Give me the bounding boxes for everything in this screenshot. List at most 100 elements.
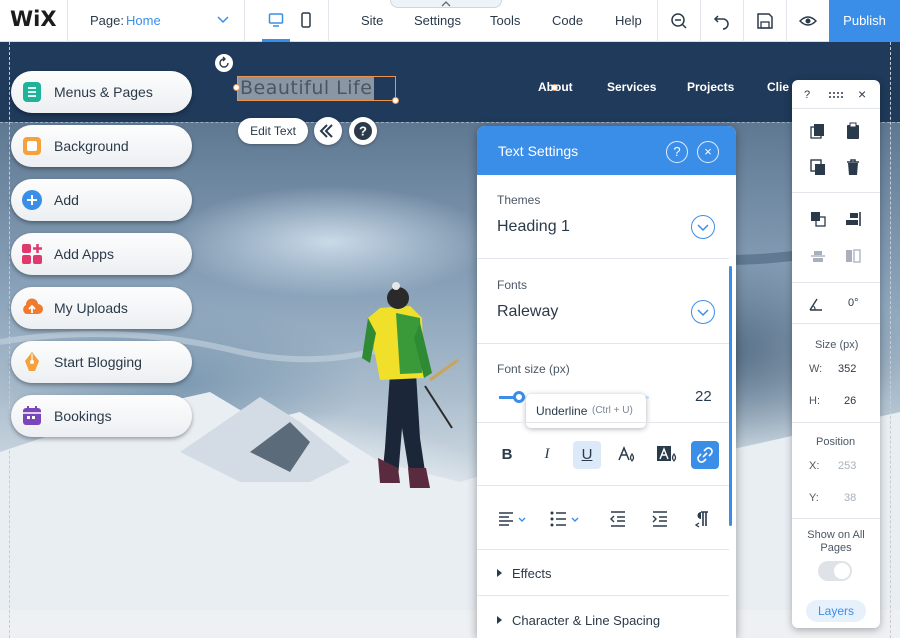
- left-panel-label: Add: [54, 192, 79, 208]
- toolbar-help-button[interactable]: ?: [804, 89, 810, 101]
- wix-logo[interactable]: WiX: [10, 7, 57, 31]
- bullet-list-icon: [550, 511, 579, 527]
- italic-button[interactable]: I: [533, 441, 561, 469]
- copy-icon[interactable]: [809, 122, 827, 140]
- zoom-out-button[interactable]: [657, 0, 699, 42]
- arrange-icon[interactable]: [809, 210, 827, 228]
- underline-label: U: [581, 446, 593, 463]
- panel-scrollbar[interactable]: [729, 266, 732, 526]
- delete-icon[interactable]: [844, 158, 862, 176]
- add-button[interactable]: Add: [11, 179, 192, 221]
- menu-tools[interactable]: Tools: [490, 13, 520, 28]
- font-size-label: Font size (px): [497, 362, 570, 376]
- page-selector[interactable]: Page: Home: [67, 0, 245, 42]
- fonts-dropdown-value[interactable]: Raleway: [497, 303, 558, 321]
- left-panel-label: My Uploads: [54, 300, 128, 316]
- character-spacing-section-toggle[interactable]: Character & Line Spacing: [497, 613, 660, 628]
- toolbar-divider: [792, 422, 880, 423]
- y-value[interactable]: 38: [844, 492, 856, 504]
- toggle-knob: [834, 563, 850, 579]
- resize-handle-left[interactable]: [233, 84, 240, 91]
- save-button[interactable]: [743, 0, 785, 42]
- bold-button[interactable]: B: [493, 441, 521, 469]
- text-settings-panel: Text Settings ? × Themes Heading 1 Fonts…: [477, 126, 736, 638]
- caret-right-icon: [497, 569, 502, 577]
- start-blogging-button[interactable]: Start Blogging: [11, 341, 192, 383]
- resize-handle-bottom[interactable]: [392, 97, 399, 104]
- text-settings-header[interactable]: Text Settings ? ×: [477, 126, 736, 175]
- my-uploads-button[interactable]: My Uploads: [11, 287, 192, 329]
- text-settings-close-button[interactable]: ×: [697, 141, 719, 163]
- add-icon: [22, 190, 42, 210]
- left-panel-label: Bookings: [54, 408, 112, 424]
- themes-dropdown-button[interactable]: [691, 215, 715, 239]
- font-size-slider-knob[interactable]: [513, 391, 525, 403]
- blog-icon: [25, 352, 39, 371]
- text-settings-help-button[interactable]: ?: [666, 141, 688, 163]
- toolbar-divider: [792, 282, 880, 283]
- help-button[interactable]: ?: [349, 117, 377, 145]
- distribute-icon[interactable]: [809, 247, 827, 265]
- fonts-dropdown-button[interactable]: [691, 300, 715, 324]
- width-label: W:: [809, 363, 823, 375]
- align-icon[interactable]: [844, 210, 862, 228]
- rotate-handle[interactable]: [215, 54, 233, 72]
- match-size-icon[interactable]: [844, 247, 862, 265]
- bookings-button[interactable]: Bookings: [11, 395, 192, 437]
- background-button[interactable]: Background: [11, 125, 192, 167]
- chevron-up-icon: [441, 1, 451, 7]
- undo-button[interactable]: [700, 0, 742, 42]
- toolbar-close-button[interactable]: ×: [858, 86, 866, 102]
- preview-button[interactable]: [786, 0, 828, 42]
- menu-site[interactable]: Site: [361, 13, 383, 28]
- increase-indent-button[interactable]: [651, 509, 685, 529]
- x-value[interactable]: 253: [838, 460, 856, 472]
- text-direction-icon: [694, 511, 708, 528]
- toolbar-divider: [328, 0, 329, 42]
- bullet-list-dropdown[interactable]: [549, 509, 583, 529]
- desktop-view-button[interactable]: [262, 0, 290, 42]
- themes-dropdown-value[interactable]: Heading 1: [497, 218, 570, 236]
- text-align-dropdown[interactable]: [497, 509, 531, 529]
- effects-section-toggle[interactable]: Effects: [497, 566, 552, 581]
- menu-help[interactable]: Help: [615, 13, 642, 28]
- nav-projects[interactable]: Projects: [687, 80, 734, 94]
- paste-icon[interactable]: [844, 122, 862, 140]
- nav-clients[interactable]: Clie: [767, 80, 789, 94]
- decrease-indent-button[interactable]: [609, 509, 643, 529]
- chevron-down-icon: [217, 16, 229, 24]
- text-color-button[interactable]: [613, 441, 641, 469]
- add-apps-icon: [22, 244, 42, 264]
- rotation-value[interactable]: 0°: [848, 297, 859, 309]
- help-icon: ?: [354, 122, 372, 140]
- font-size-value[interactable]: 22: [695, 388, 712, 405]
- edit-text-button[interactable]: Edit Text: [238, 118, 308, 144]
- nav-services[interactable]: Services: [607, 80, 656, 94]
- width-value[interactable]: 352: [838, 363, 856, 375]
- menus-pages-button[interactable]: Menus & Pages: [11, 71, 192, 113]
- add-apps-button[interactable]: Add Apps: [11, 233, 192, 275]
- collapse-toolbar-tab[interactable]: [390, 0, 502, 8]
- left-panel-label: Background: [54, 138, 129, 154]
- link-button[interactable]: [691, 441, 719, 469]
- nav-about[interactable]: About: [538, 80, 573, 94]
- section-divider: [477, 422, 729, 423]
- menu-settings[interactable]: Settings: [414, 13, 461, 28]
- text-direction-button[interactable]: [693, 509, 727, 529]
- desktop-icon: [268, 13, 284, 27]
- height-value[interactable]: 26: [844, 395, 856, 407]
- show-on-all-pages-toggle[interactable]: [818, 561, 852, 581]
- site-title-text[interactable]: Beautiful Life: [238, 77, 375, 100]
- menu-code[interactable]: Code: [552, 13, 583, 28]
- mobile-view-button[interactable]: [292, 0, 320, 42]
- rotate-angle-icon: [809, 298, 822, 311]
- animation-button[interactable]: [314, 117, 342, 145]
- properties-toolbar: ? × 0° Size (px) W: 352 H: 26 Position X…: [792, 80, 880, 628]
- drag-handle-icon[interactable]: [828, 91, 844, 99]
- svg-text:?: ?: [359, 124, 367, 139]
- highlight-color-button[interactable]: [653, 441, 681, 469]
- underline-button[interactable]: U: [573, 441, 601, 469]
- duplicate-icon[interactable]: [809, 158, 827, 176]
- layers-button[interactable]: Layers: [806, 600, 866, 622]
- publish-button[interactable]: Publish: [829, 0, 900, 42]
